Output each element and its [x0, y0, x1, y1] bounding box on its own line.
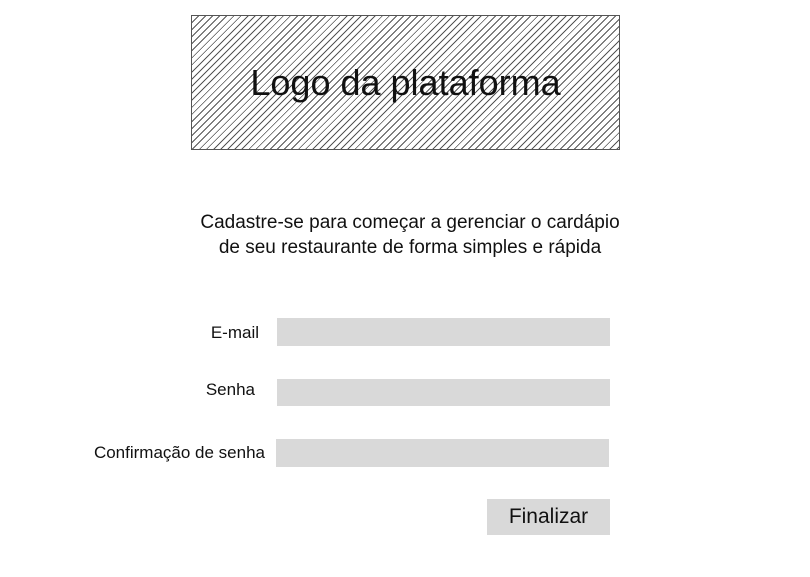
tagline-line-1: Cadastre-se para começar a gerenciar o c…	[200, 212, 620, 233]
password-confirm-label: Confirmação de senha	[93, 443, 265, 462]
password-field[interactable]	[277, 379, 610, 406]
signup-tagline: Cadastre-se para começar a gerenciar o c…	[0, 210, 810, 260]
finalize-button[interactable]: Finalizar	[487, 499, 610, 535]
tagline-line-2: de seu restaurante de forma simples e rá…	[218, 237, 602, 258]
password-label: Senha	[205, 380, 255, 399]
logo-text: Logo da plataforma	[250, 61, 561, 103]
platform-logo: Logo da plataforma	[191, 15, 620, 150]
email-label: E-mail	[210, 323, 259, 342]
email-field[interactable]	[277, 318, 610, 346]
password-confirm-field[interactable]	[276, 439, 609, 467]
